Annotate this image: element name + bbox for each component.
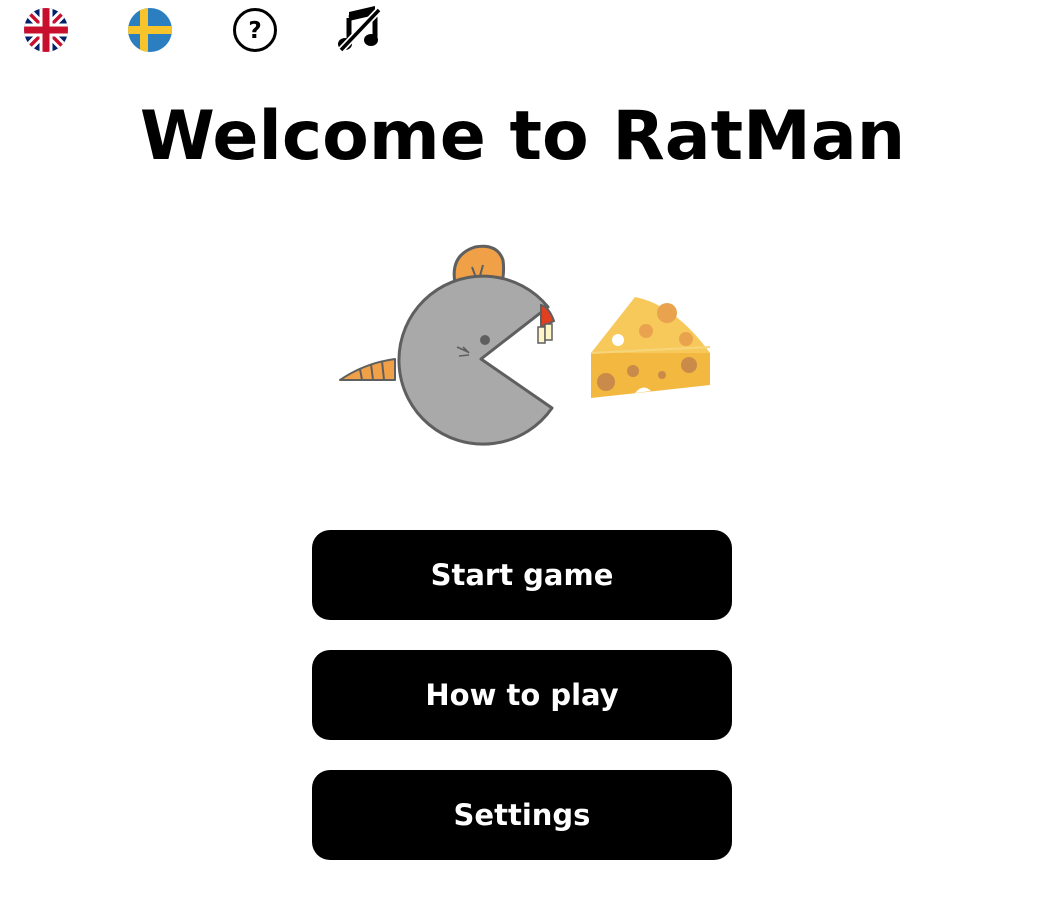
main-menu: Start game How to play Settings xyxy=(312,530,732,890)
uk-flag-icon[interactable] xyxy=(22,6,70,54)
cheese-icon xyxy=(590,297,711,398)
how-to-play-button[interactable]: How to play xyxy=(312,650,732,740)
page-title: Welcome to RatMan xyxy=(139,97,906,176)
ratman-illustration xyxy=(335,235,720,455)
swedish-flag-icon[interactable] xyxy=(126,6,174,54)
settings-button[interactable]: Settings xyxy=(312,770,732,860)
help-glyph: ? xyxy=(248,18,261,44)
help-icon[interactable]: ? xyxy=(231,6,279,54)
music-off-icon[interactable] xyxy=(335,6,383,54)
rat-tail-icon xyxy=(339,358,396,381)
top-toolbar: ? xyxy=(0,0,1045,60)
rat-body-icon xyxy=(397,274,554,446)
start-game-button[interactable]: Start game xyxy=(312,530,732,620)
